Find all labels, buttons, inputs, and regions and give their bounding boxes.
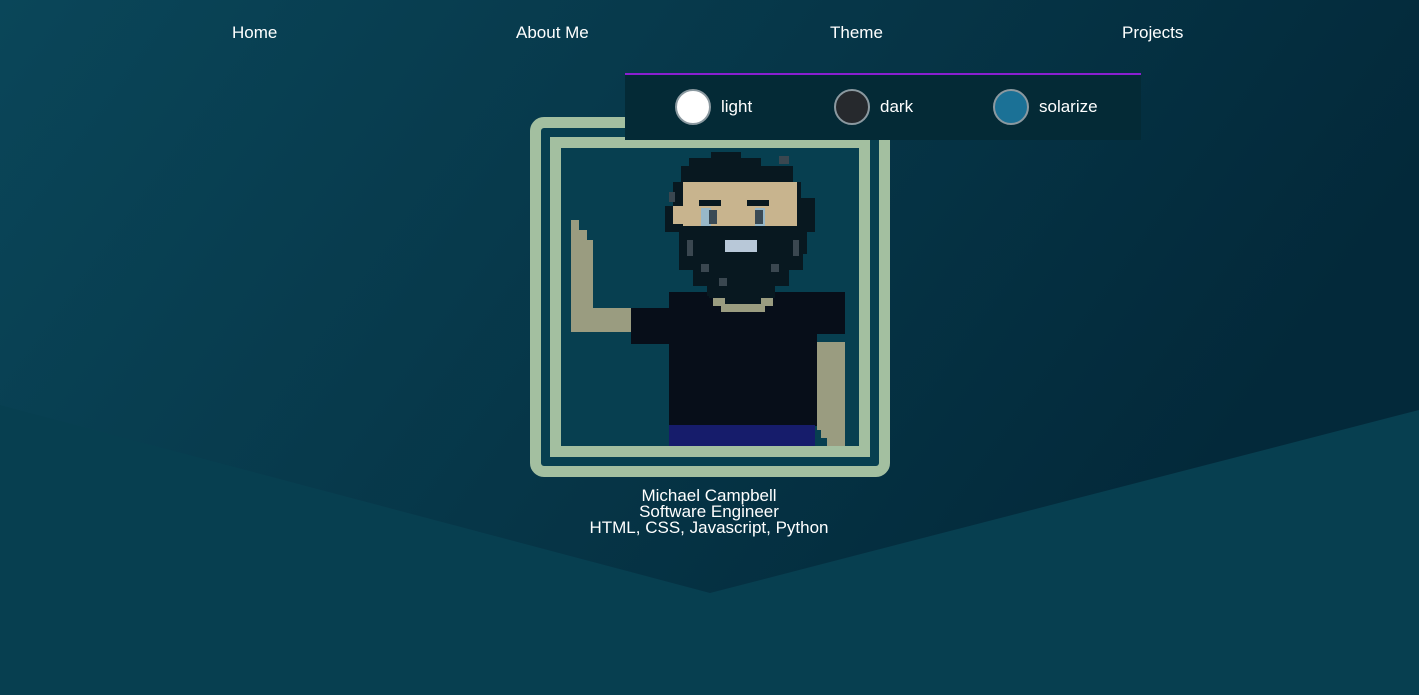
nav-theme-link[interactable]: Theme <box>830 23 883 43</box>
theme-option-dark[interactable]: dark <box>834 89 913 125</box>
nav-home-link[interactable]: Home <box>232 23 277 43</box>
pixel-avatar-image <box>561 148 859 446</box>
theme-option-label: dark <box>880 97 914 116</box>
theme-dropdown: light dark solarize <box>625 73 1141 140</box>
theme-option-label: solarize <box>1039 97 1098 116</box>
main-nav: Home About Me Theme Projects <box>0 0 1419 66</box>
theme-option-solarize[interactable]: solarize <box>993 89 1098 125</box>
dark-swatch-icon <box>834 89 870 125</box>
profile-skills: HTML, CSS, Javascript, Python <box>589 518 829 537</box>
theme-option-label: light <box>721 97 753 116</box>
solarize-swatch-icon <box>993 89 1029 125</box>
light-swatch-icon <box>675 89 711 125</box>
nav-projects-link[interactable]: Projects <box>1122 23 1183 43</box>
avatar-frame <box>530 117 890 477</box>
profile-info: Michael Campbell Software Engineer HTML,… <box>509 487 909 537</box>
nav-about-link[interactable]: About Me <box>516 23 589 43</box>
avatar-frame-inner <box>550 137 870 457</box>
theme-option-light[interactable]: light <box>675 89 752 125</box>
